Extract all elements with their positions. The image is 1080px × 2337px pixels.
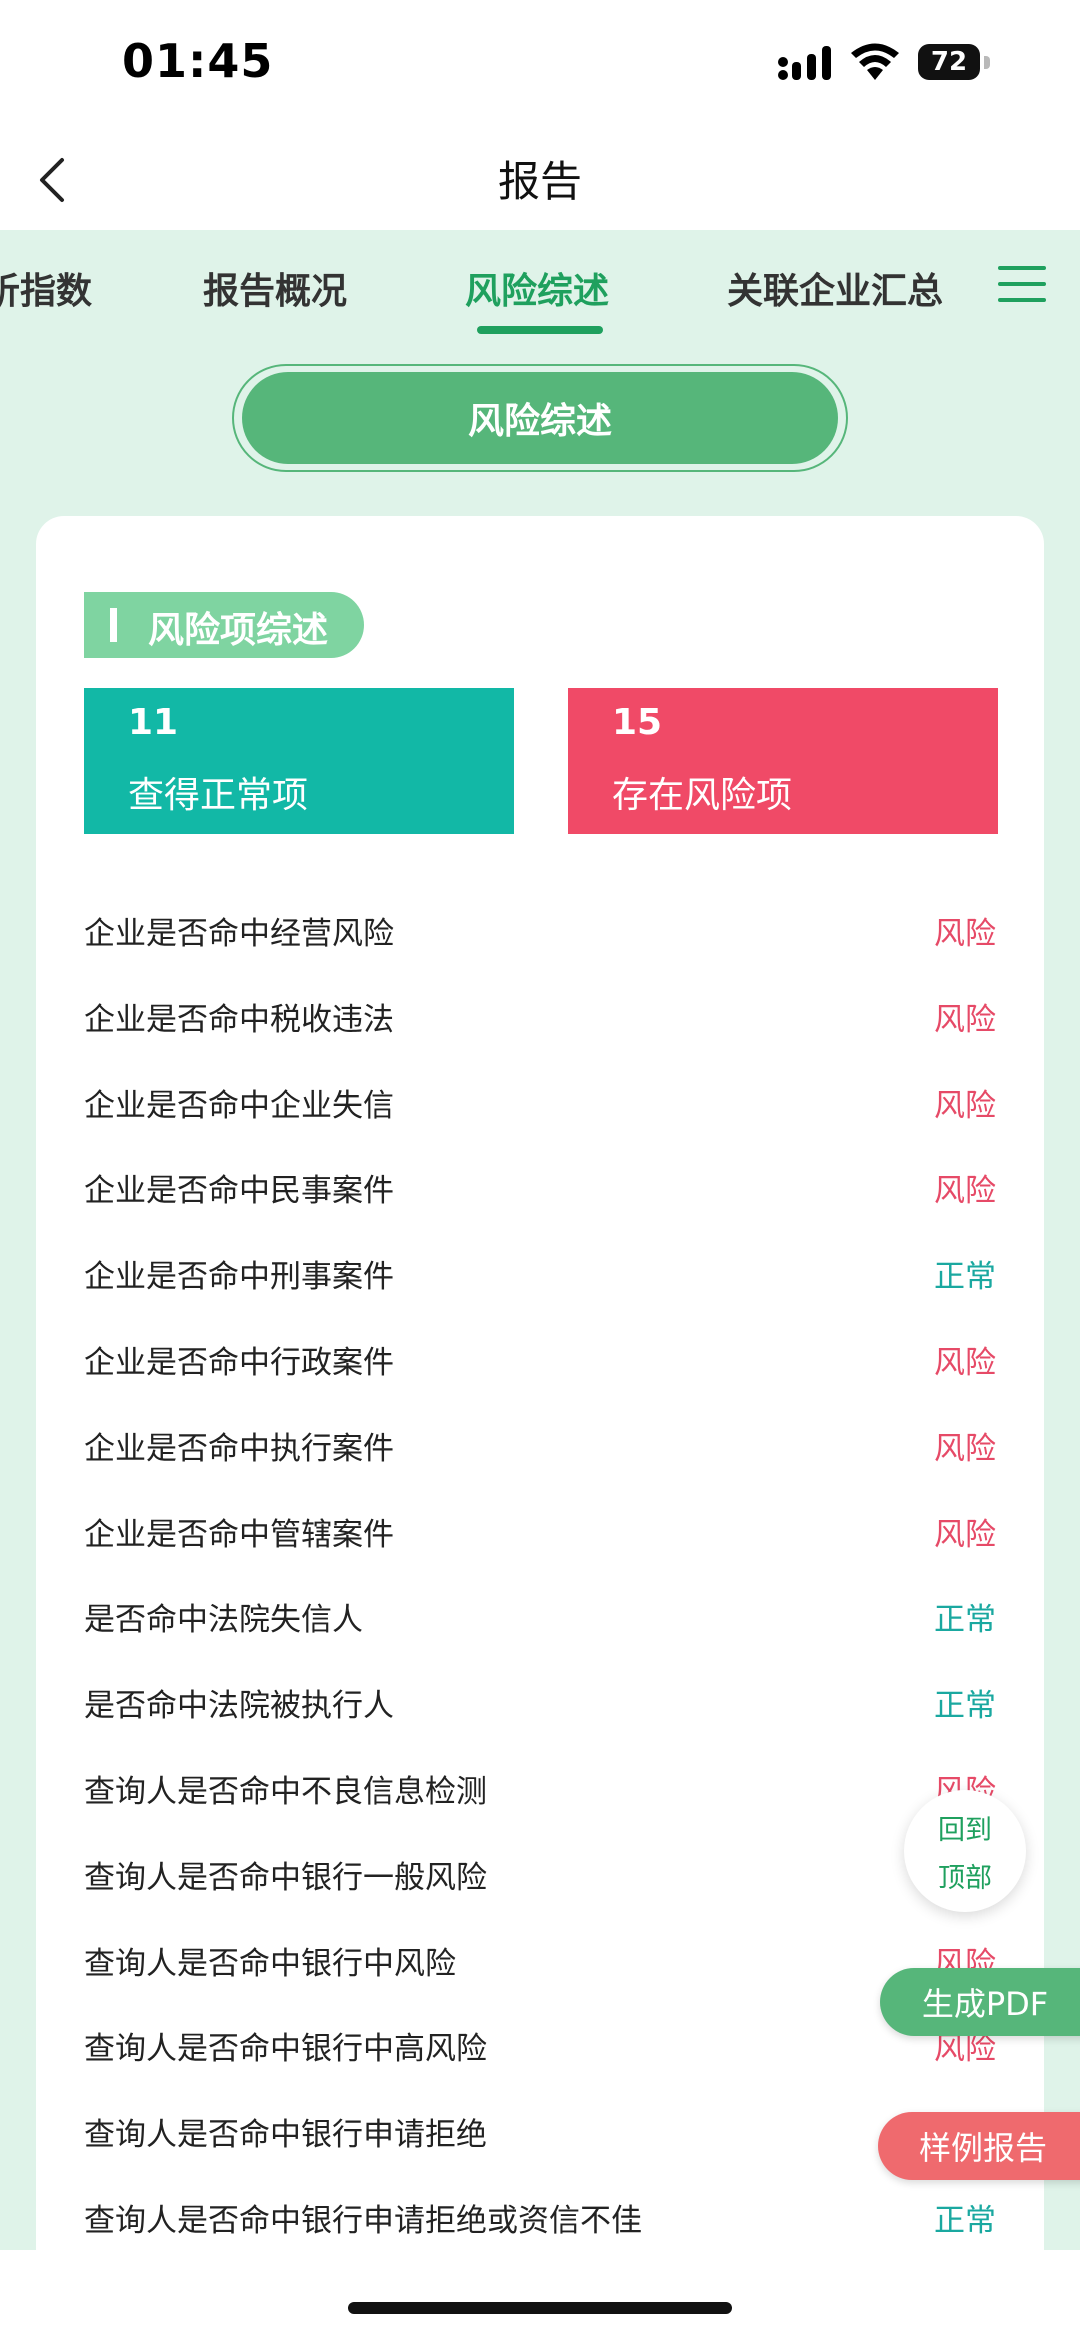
list-item: 是否命中法院失信人 正常 <box>84 1574 996 1660</box>
item-question: 是否命中法院被执行人 <box>84 1688 394 1725</box>
tab-risk-summary[interactable]: 风险综述 <box>465 262 609 314</box>
tab-report-overview[interactable]: 报告概况 <box>203 262 347 314</box>
risk-items-count: 15 <box>612 702 663 743</box>
item-question: 企业是否命中民事案件 <box>84 1173 394 1210</box>
tab-index[interactable]: 析指数 <box>0 262 92 314</box>
item-question: 企业是否命中行政案件 <box>84 1344 394 1381</box>
item-result: 正常 <box>934 2202 996 2239</box>
item-question: 查询人是否命中银行申请拒绝 <box>84 2117 487 2154</box>
section-header: 风险综述 <box>232 364 848 472</box>
item-result: 风险 <box>934 1344 996 1381</box>
item-question: 查询人是否命中银行中高风险 <box>84 2031 487 2068</box>
item-question: 查询人是否命中不良信息检测 <box>84 1773 487 1810</box>
tab-active-indicator <box>477 326 603 334</box>
item-question: 企业是否命中刑事案件 <box>84 1259 394 1296</box>
page-title: 报告 <box>497 157 582 206</box>
item-result: 风险 <box>934 916 996 952</box>
list-item: 企业是否命中管辖案件 风险 <box>84 1489 996 1575</box>
item-question: 企业是否命中税收违法 <box>84 1001 394 1038</box>
item-question: 查询人是否命中银行一般风险 <box>84 1859 487 1896</box>
item-result: 风险 <box>934 1173 996 1210</box>
status-time: 01:45 <box>122 34 274 88</box>
item-question: 是否命中法院失信人 <box>84 1602 363 1639</box>
back-to-top-line2: 顶部 <box>938 1863 992 1894</box>
back-to-top-button[interactable]: 回到 顶部 <box>904 1790 1026 1912</box>
item-result: 风险 <box>934 1001 996 1038</box>
list-item: 查询人是否命中银行中高风险 风险 <box>84 2003 996 2089</box>
normal-items-count: 11 <box>128 702 179 743</box>
risk-items-label: 存在风险项 <box>612 775 793 816</box>
list-item: 企业是否命中企业失信 风险 <box>84 1060 996 1146</box>
list-item: 查询人是否命中银行申请拒绝 <box>84 2089 996 2175</box>
normal-items-stat: 11 查得正常项 <box>84 688 514 834</box>
card-subheading-text: 风险项综述 <box>148 610 329 651</box>
list-item: 企业是否命中刑事案件 正常 <box>84 1231 996 1317</box>
list-item: 企业是否命中行政案件 风险 <box>84 1317 996 1403</box>
item-question: 企业是否命中执行案件 <box>84 1430 394 1467</box>
nav-bar: 报告 <box>0 130 1080 230</box>
normal-items-label: 查得正常项 <box>128 775 309 816</box>
sample-report-button[interactable]: 样例报告 <box>878 2112 1080 2180</box>
back-to-top-line1: 回到 <box>938 1815 992 1846</box>
item-result: 正常 <box>934 1259 996 1296</box>
item-question: 查询人是否命中银行中风险 <box>84 1945 456 1982</box>
list-item: 是否命中法院被执行人 正常 <box>84 1660 996 1746</box>
item-result: 风险 <box>934 1430 996 1467</box>
list-item: 查询人是否命中银行申请拒绝或资信不佳 正常 <box>84 2175 996 2261</box>
wifi-icon <box>851 43 899 80</box>
menu-icon[interactable] <box>998 262 1046 304</box>
item-result: 正常 <box>934 1688 996 1725</box>
home-indicator[interactable] <box>348 2302 732 2314</box>
list-item: 查询人是否命中不良信息检测风险 <box>84 1746 996 1832</box>
section-title: 风险综述 <box>242 372 838 464</box>
item-question: 企业是否命中企业失信 <box>84 1087 394 1124</box>
battery-level: 72 <box>918 44 980 80</box>
generate-pdf-button[interactable]: 生成PDF <box>880 1968 1080 2036</box>
risk-items-stat: 15 存在风险项 <box>568 688 998 834</box>
item-question: 企业是否命中管辖案件 <box>84 1516 394 1553</box>
item-question: 查询人是否命中银行申请拒绝或资信不佳 <box>84 2202 642 2239</box>
list-item: 企业是否命中执行案件 风险 <box>84 1403 996 1489</box>
list-item: 企业是否命中民事案件 风险 <box>84 1145 996 1231</box>
battery-icon: 72 <box>918 44 990 82</box>
bottom-safe-area <box>0 2250 1080 2337</box>
list-item: 企业是否命中税收违法 风险 <box>84 974 996 1060</box>
list-item: 查询人是否命中银行一般风险 <box>84 1832 996 1918</box>
item-question: 企业是否命中经营风险 <box>84 916 394 952</box>
cellular-signal-icon <box>778 46 831 80</box>
list-item: 查询人是否命中银行中风险 风险 <box>84 1918 996 2004</box>
item-result: 风险 <box>934 1087 996 1124</box>
item-result: 正常 <box>934 1602 996 1639</box>
status-bar: 01:45 72 <box>0 0 1080 130</box>
card-subheading: 风险项综述 <box>84 592 364 658</box>
risk-item-list: 企业是否命中经营风险 风险 企业是否命中税收违法 风险 企业是否命中企业失信 风险 企… <box>84 888 996 2261</box>
list-item: 企业是否命中经营风险 风险 <box>84 888 996 974</box>
tab-bar: 析指数 报告概况 风险综述 关联企业汇总 <box>0 230 1080 340</box>
item-result: 风险 <box>934 1516 996 1553</box>
tab-related-companies[interactable]: 关联企业汇总 <box>727 262 943 314</box>
